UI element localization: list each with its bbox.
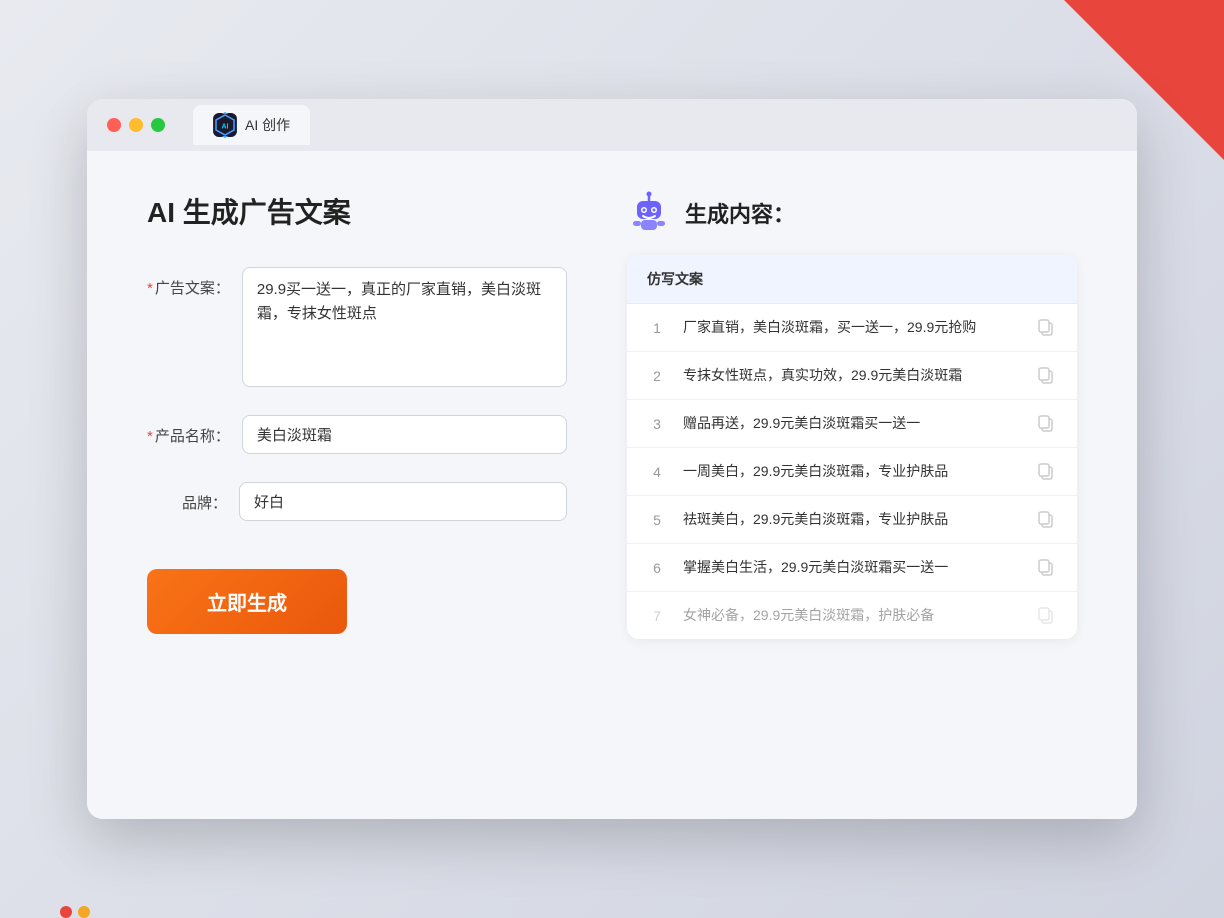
table-row: 7 女神必备，29.9元美白淡斑霜，护肤必备 [627,592,1077,639]
right-header: 生成内容： [627,191,1077,235]
copy-button[interactable] [1037,606,1057,626]
result-text: 专抹女性斑点，真实功效，29.9元美白淡斑霜 [683,365,1021,386]
result-number: 2 [647,368,667,384]
table-row: 2 专抹女性斑点，真实功效，29.9元美白淡斑霜 [627,352,1077,400]
brand-input[interactable] [239,482,567,521]
browser-tab[interactable]: AI AI 创作 [193,105,310,145]
browser-chrome: AI AI 创作 [87,99,1137,151]
page-title: AI 生成广告文案 [147,191,567,231]
table-row: 1 厂家直销，美白淡斑霜，买一送一，29.9元抢购 [627,304,1077,352]
browser-content: AI 生成广告文案 广告文案： 产品名称： 品牌： 立即生成 [87,151,1137,819]
bg-decoration-dots [60,906,90,918]
ad-copy-input[interactable] [242,267,567,387]
left-panel: AI 生成广告文案 广告文案： 产品名称： 品牌： 立即生成 [147,191,567,779]
tab-label: AI 创作 [245,115,290,135]
product-name-label: 产品名称： [147,415,230,446]
result-number: 6 [647,560,667,576]
result-text: 一周美白，29.9元美白淡斑霜，专业护肤品 [683,461,1021,482]
copy-button[interactable] [1037,558,1057,578]
results-list: 1 厂家直销，美白淡斑霜，买一送一，29.9元抢购 2 专抹女性斑点，真实功效，29… [627,304,1077,639]
table-row: 5 祛斑美白，29.9元美白淡斑霜，专业护肤品 [627,496,1077,544]
robot-icon [627,191,671,235]
results-column-header: 仿写文案 [627,255,1077,304]
traffic-light-minimize[interactable] [129,118,143,132]
product-name-input[interactable] [242,415,567,454]
result-text: 祛斑美白，29.9元美白淡斑霜，专业护肤品 [683,509,1021,530]
right-panel: 生成内容： 仿写文案 1 厂家直销，美白淡斑霜，买一送一，29.9元抢购 2 专抹女… [627,191,1077,779]
brand-group: 品牌： [147,482,567,521]
result-text: 女神必备，29.9元美白淡斑霜，护肤必备 [683,605,1021,626]
copy-button[interactable] [1037,318,1057,338]
results-table: 仿写文案 1 厂家直销，美白淡斑霜，买一送一，29.9元抢购 2 专抹女性斑点，真实… [627,255,1077,639]
copy-button[interactable] [1037,414,1057,434]
ai-tab-icon: AI [213,113,237,137]
generate-button[interactable]: 立即生成 [147,569,347,634]
result-number: 7 [647,608,667,624]
table-row: 3 赠品再送，29.9元美白淡斑霜买一送一 [627,400,1077,448]
result-number: 5 [647,512,667,528]
svg-text:AI: AI [222,124,229,131]
copy-button[interactable] [1037,462,1057,482]
traffic-light-maximize[interactable] [151,118,165,132]
brand-label: 品牌： [147,482,227,513]
ad-copy-label: 广告文案： [147,267,230,298]
traffic-light-close[interactable] [107,118,121,132]
right-title: 生成内容： [685,197,795,229]
result-text: 赠品再送，29.9元美白淡斑霜买一送一 [683,413,1021,434]
traffic-lights [107,118,165,132]
result-number: 1 [647,320,667,336]
copy-button[interactable] [1037,510,1057,530]
table-row: 6 掌握美白生活，29.9元美白淡斑霜买一送一 [627,544,1077,592]
result-number: 4 [647,464,667,480]
result-number: 3 [647,416,667,432]
copy-button[interactable] [1037,366,1057,386]
result-text: 厂家直销，美白淡斑霜，买一送一，29.9元抢购 [683,317,1021,338]
table-row: 4 一周美白，29.9元美白淡斑霜，专业护肤品 [627,448,1077,496]
ad-copy-group: 广告文案： [147,267,567,387]
product-name-group: 产品名称： [147,415,567,454]
browser-window: AI AI 创作 AI 生成广告文案 广告文案： 产品名称： 品牌： [87,99,1137,819]
result-text: 掌握美白生活，29.9元美白淡斑霜买一送一 [683,557,1021,578]
